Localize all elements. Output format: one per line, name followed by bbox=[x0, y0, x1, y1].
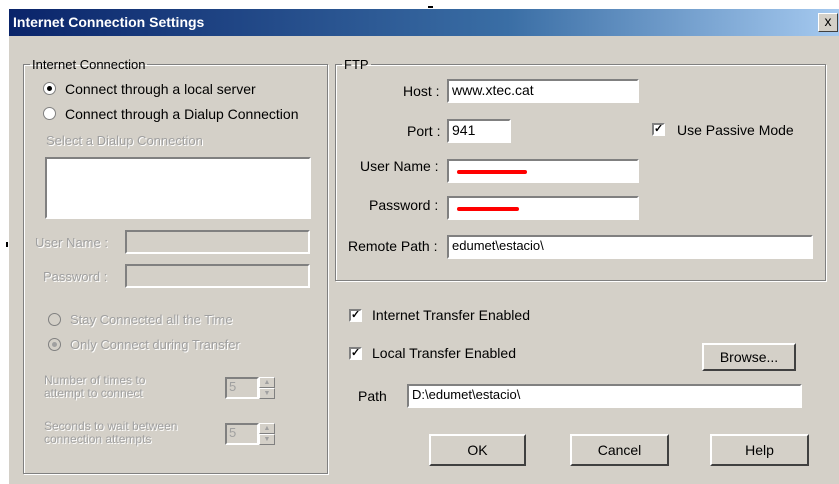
browse-button[interactable]: Browse... bbox=[702, 343, 796, 371]
ftp-username-input[interactable] bbox=[447, 159, 639, 183]
dialup-password-input[interactable] bbox=[125, 264, 310, 288]
host-label: Host : bbox=[403, 83, 440, 99]
attempts-label-line2: attempt to connect bbox=[44, 386, 143, 400]
help-button[interactable]: Help bbox=[710, 434, 809, 466]
attempts-label-line1: Number of times to bbox=[44, 373, 146, 387]
attempts-value[interactable]: 5 bbox=[225, 377, 259, 399]
radio-dialup-label[interactable]: Connect through a Dialup Connection bbox=[65, 106, 299, 122]
internet-transfer-checkbox[interactable]: ✓ bbox=[349, 309, 362, 322]
wait-label-line1: Seconds to wait between bbox=[44, 419, 178, 433]
remote-path-input[interactable]: edumet\estacio\ bbox=[447, 235, 813, 259]
attempts-stepper[interactable]: 5 ▲ ▼ bbox=[225, 377, 275, 399]
path-label: Path bbox=[358, 388, 387, 404]
redaction-mark bbox=[457, 207, 519, 211]
local-transfer-label[interactable]: Local Transfer Enabled bbox=[372, 345, 516, 361]
dialup-password-label: Password : bbox=[43, 269, 108, 284]
window-title: Internet Connection Settings bbox=[13, 14, 205, 30]
radio-only-connect[interactable] bbox=[48, 338, 61, 351]
remote-path-label: Remote Path : bbox=[348, 238, 438, 254]
local-transfer-checkbox[interactable]: ✓ bbox=[349, 347, 362, 360]
radio-stay-connected[interactable] bbox=[48, 313, 61, 326]
radio-dialup[interactable] bbox=[43, 107, 56, 120]
path-input[interactable]: D:\edumet\estacio\ bbox=[407, 384, 802, 408]
background-strip bbox=[0, 0, 839, 8]
wait-label-line2: connection attempts bbox=[44, 432, 152, 446]
redaction-mark bbox=[457, 170, 527, 174]
passive-mode-label[interactable]: Use Passive Mode bbox=[677, 122, 794, 138]
passive-mode-checkbox[interactable]: ✓ bbox=[652, 123, 665, 136]
radio-local-label[interactable]: Connect through a local server bbox=[65, 81, 256, 97]
group-title: FTP bbox=[344, 57, 369, 72]
port-input[interactable]: 941 bbox=[447, 119, 511, 143]
dialup-list[interactable] bbox=[45, 157, 311, 219]
radio-local-server[interactable] bbox=[43, 82, 56, 95]
ok-button[interactable]: OK bbox=[429, 434, 526, 466]
ftp-password-input[interactable] bbox=[447, 196, 639, 220]
spin-down-icon[interactable]: ▼ bbox=[259, 388, 275, 399]
port-label: Port : bbox=[407, 123, 441, 139]
internet-transfer-label[interactable]: Internet Transfer Enabled bbox=[372, 307, 530, 323]
title-bar[interactable]: Internet Connection Settings x bbox=[9, 9, 839, 36]
dialup-username-label: User Name : bbox=[35, 235, 108, 250]
spin-down-icon[interactable]: ▼ bbox=[259, 434, 275, 445]
wait-stepper[interactable]: 5 ▲ ▼ bbox=[225, 423, 275, 445]
ftp-username-label: User Name : bbox=[360, 158, 439, 174]
wait-value[interactable]: 5 bbox=[225, 423, 259, 445]
cancel-button[interactable]: Cancel bbox=[570, 434, 669, 466]
host-input[interactable]: www.xtec.cat bbox=[447, 79, 639, 103]
dialog-window: Internet Connection Settings x Internet … bbox=[8, 8, 839, 484]
ftp-password-label: Password : bbox=[369, 197, 439, 213]
dialup-username-input[interactable] bbox=[125, 230, 310, 254]
close-button[interactable]: x bbox=[818, 13, 838, 32]
spin-up-icon[interactable]: ▲ bbox=[259, 423, 275, 434]
stay-connected-label[interactable]: Stay Connected all the Time bbox=[70, 312, 233, 327]
select-dialup-label: Select a Dialup Connection bbox=[46, 133, 203, 148]
group-title: Internet Connection bbox=[32, 57, 146, 72]
only-connect-label[interactable]: Only Connect during Transfer bbox=[70, 337, 240, 352]
spin-up-icon[interactable]: ▲ bbox=[259, 377, 275, 388]
